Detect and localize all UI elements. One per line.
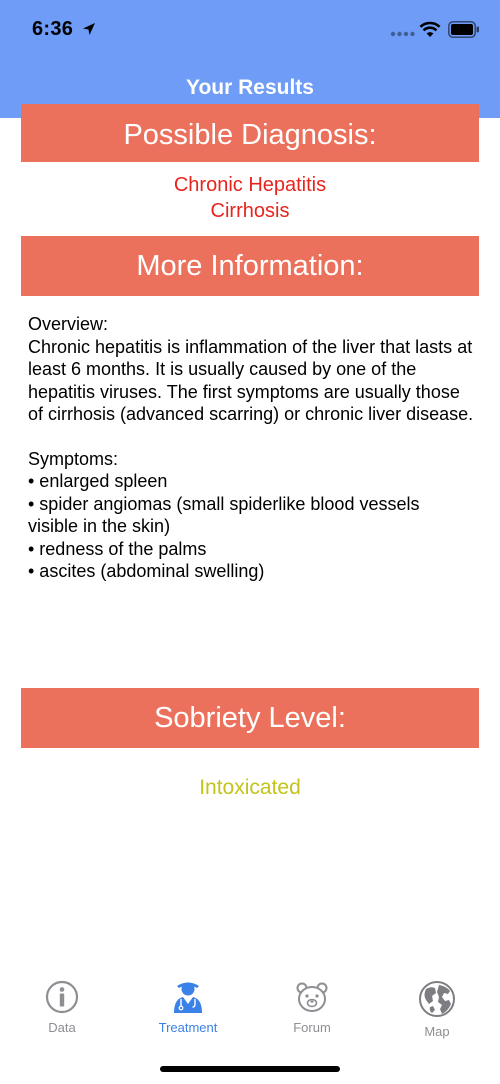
info-icon: [45, 980, 79, 1014]
wifi-icon: [419, 21, 441, 37]
symptom-item: • spider angiomas (small spiderlike bloo…: [28, 493, 420, 537]
diagnosis-item: Chronic Hepatitis: [173, 174, 327, 196]
header-bar: 6:36 Your Results: [0, 0, 500, 118]
symptom-item: • enlarged spleen: [28, 471, 168, 491]
diagnosis-list: Chronic Hepatitis Cirrhosis: [0, 172, 500, 224]
tab-treatment-label: Treatment: [158, 1020, 218, 1035]
diagnosis-item: Cirrhosis: [210, 200, 290, 222]
tab-data-label: Data: [48, 1020, 76, 1035]
tab-map-label: Map: [424, 1024, 450, 1039]
battery-icon: [448, 21, 479, 38]
overview-label: Overview:: [28, 314, 109, 334]
tab-map[interactable]: Map: [387, 980, 487, 1039]
status-time: 6:36: [32, 18, 74, 40]
information-text: Overview: Chronic hepatitis is inflammat…: [28, 313, 474, 583]
globe-icon: [419, 981, 455, 1017]
sobriety-level-value: Intoxicated: [199, 776, 301, 799]
doctor-icon: [174, 982, 202, 1013]
tab-forum-label: Forum: [293, 1020, 331, 1035]
tab-forum[interactable]: Forum: [262, 980, 362, 1035]
symptoms-label: Symptoms:: [28, 448, 119, 469]
overview-text: Chronic hepatitis is inflammation of the…: [28, 336, 474, 425]
bear-icon: [296, 982, 328, 1012]
tab-data[interactable]: Data: [12, 980, 112, 1035]
diagnosis-header: Possible Diagnosis:: [21, 104, 479, 162]
tab-treatment[interactable]: Treatment: [138, 980, 238, 1035]
symptom-item: • ascites (abdominal swelling): [28, 561, 265, 581]
home-indicator[interactable]: [160, 1066, 340, 1072]
sobriety-level-header: Sobriety Level:: [21, 688, 479, 748]
page-title: Your Results: [186, 76, 314, 99]
cellular-signal-icon: [390, 31, 415, 37]
symptom-item: • redness of the palms: [28, 538, 207, 559]
more-information-header: More Information:: [21, 236, 479, 296]
location-arrow-icon: [83, 23, 95, 35]
